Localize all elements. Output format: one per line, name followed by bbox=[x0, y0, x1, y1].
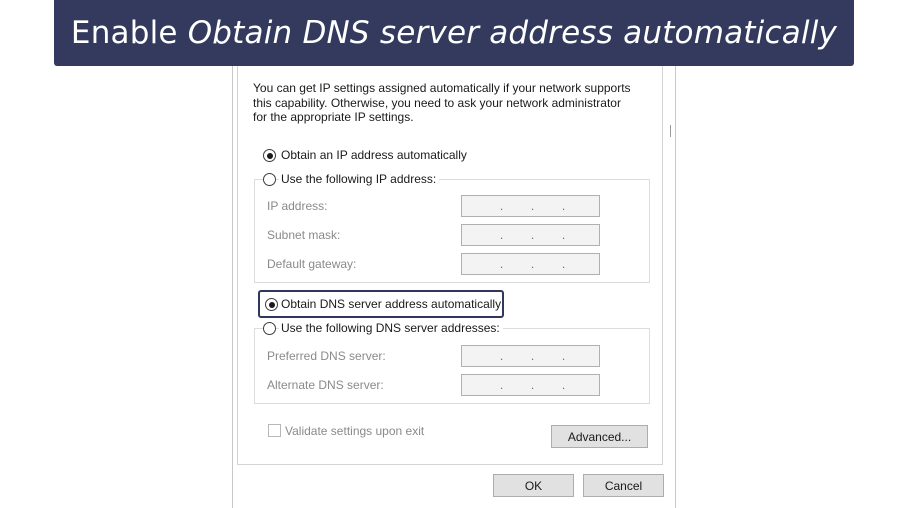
dns-manual-label[interactable]: Use the following DNS server addresses: bbox=[279, 321, 503, 335]
default-gateway-label: Default gateway: bbox=[267, 257, 357, 271]
subnet-mask-label: Subnet mask: bbox=[267, 228, 341, 242]
description-line: You can get IP settings assigned automat… bbox=[253, 81, 631, 95]
title-banner: Enable Obtain DNS server address automat… bbox=[54, 0, 854, 66]
ok-button[interactable]: OK bbox=[493, 474, 574, 497]
ip-address-field[interactable]: ... bbox=[461, 195, 600, 217]
ip-manual-label[interactable]: Use the following IP address: bbox=[279, 172, 440, 186]
validate-checkbox[interactable] bbox=[268, 424, 281, 437]
ip-auto-label[interactable]: Obtain an IP address automatically bbox=[281, 148, 467, 162]
default-gateway-field[interactable]: ... bbox=[461, 253, 600, 275]
description-text: You can get IP settings assigned automat… bbox=[253, 81, 648, 125]
preferred-dns-label: Preferred DNS server: bbox=[267, 349, 386, 363]
subnet-mask-field[interactable]: ... bbox=[461, 224, 600, 246]
advanced-button[interactable]: Advanced... bbox=[551, 425, 648, 448]
preferred-dns-field[interactable]: ... bbox=[461, 345, 600, 367]
alternate-dns-label: Alternate DNS server: bbox=[267, 378, 384, 392]
banner-prefix: Enable bbox=[70, 15, 178, 51]
ip-address-label: IP address: bbox=[267, 199, 328, 213]
description-line: for the appropriate IP settings. bbox=[253, 110, 414, 124]
validate-label[interactable]: Validate settings upon exit bbox=[285, 424, 424, 438]
ip-auto-radio[interactable] bbox=[263, 149, 276, 162]
screenshot-stage: Enable Obtain DNS server address automat… bbox=[0, 0, 902, 508]
window-edge-mark bbox=[670, 125, 671, 137]
alternate-dns-field[interactable]: ... bbox=[461, 374, 600, 396]
description-line: this capability. Otherwise, you need to … bbox=[253, 95, 621, 110]
dns-auto-label[interactable]: Obtain DNS server address automatically bbox=[281, 297, 501, 311]
banner-emphasis: Obtain DNS server address automatically bbox=[187, 15, 838, 51]
dns-manual-radio[interactable] bbox=[263, 322, 276, 335]
dns-auto-radio[interactable] bbox=[265, 298, 278, 311]
cancel-button[interactable]: Cancel bbox=[583, 474, 664, 497]
ip-manual-radio[interactable] bbox=[263, 173, 276, 186]
